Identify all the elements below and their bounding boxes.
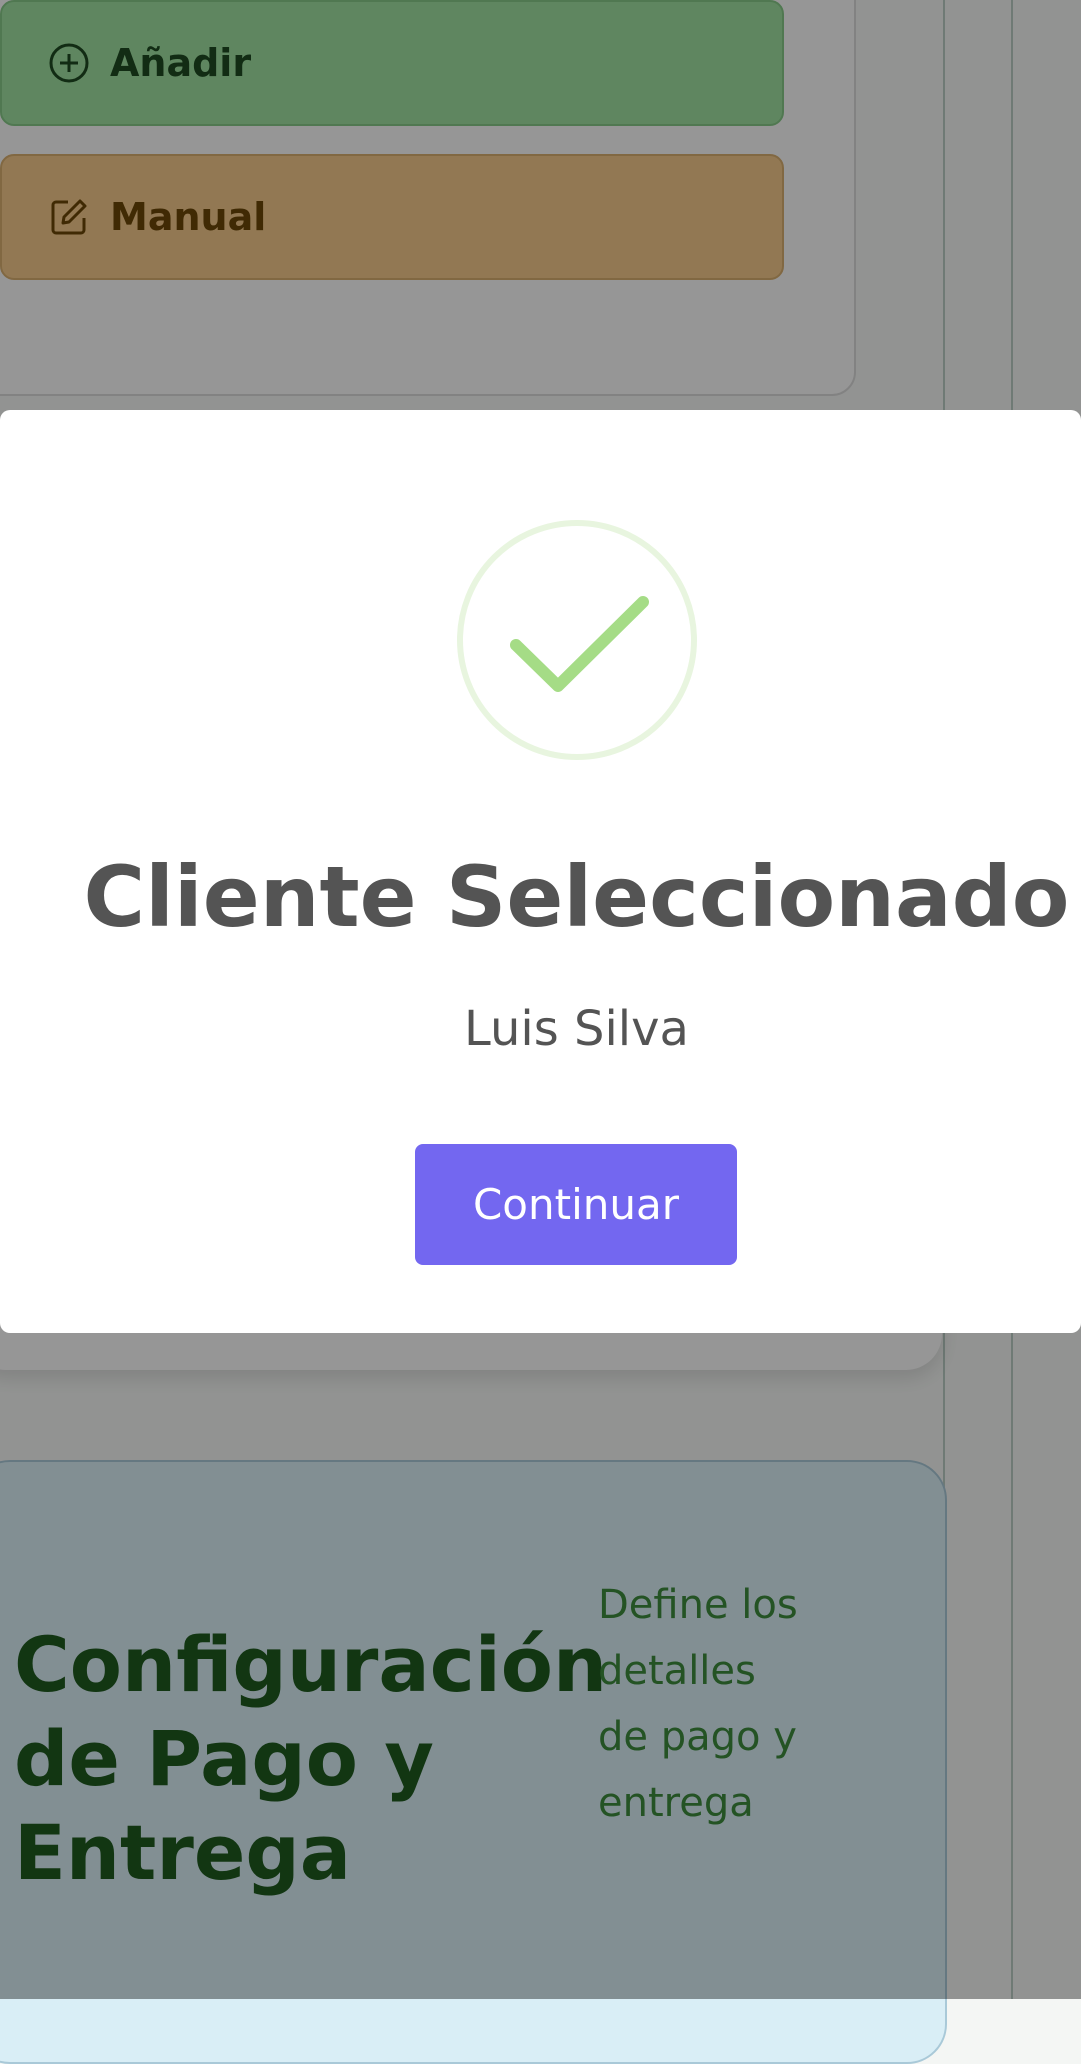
dialog-title: Cliente Seleccionado	[83, 848, 1070, 946]
success-check-icon	[456, 519, 698, 761]
continue-button[interactable]: Continuar	[415, 1144, 737, 1265]
selected-client-name: Luis Silva	[464, 1001, 689, 1057]
